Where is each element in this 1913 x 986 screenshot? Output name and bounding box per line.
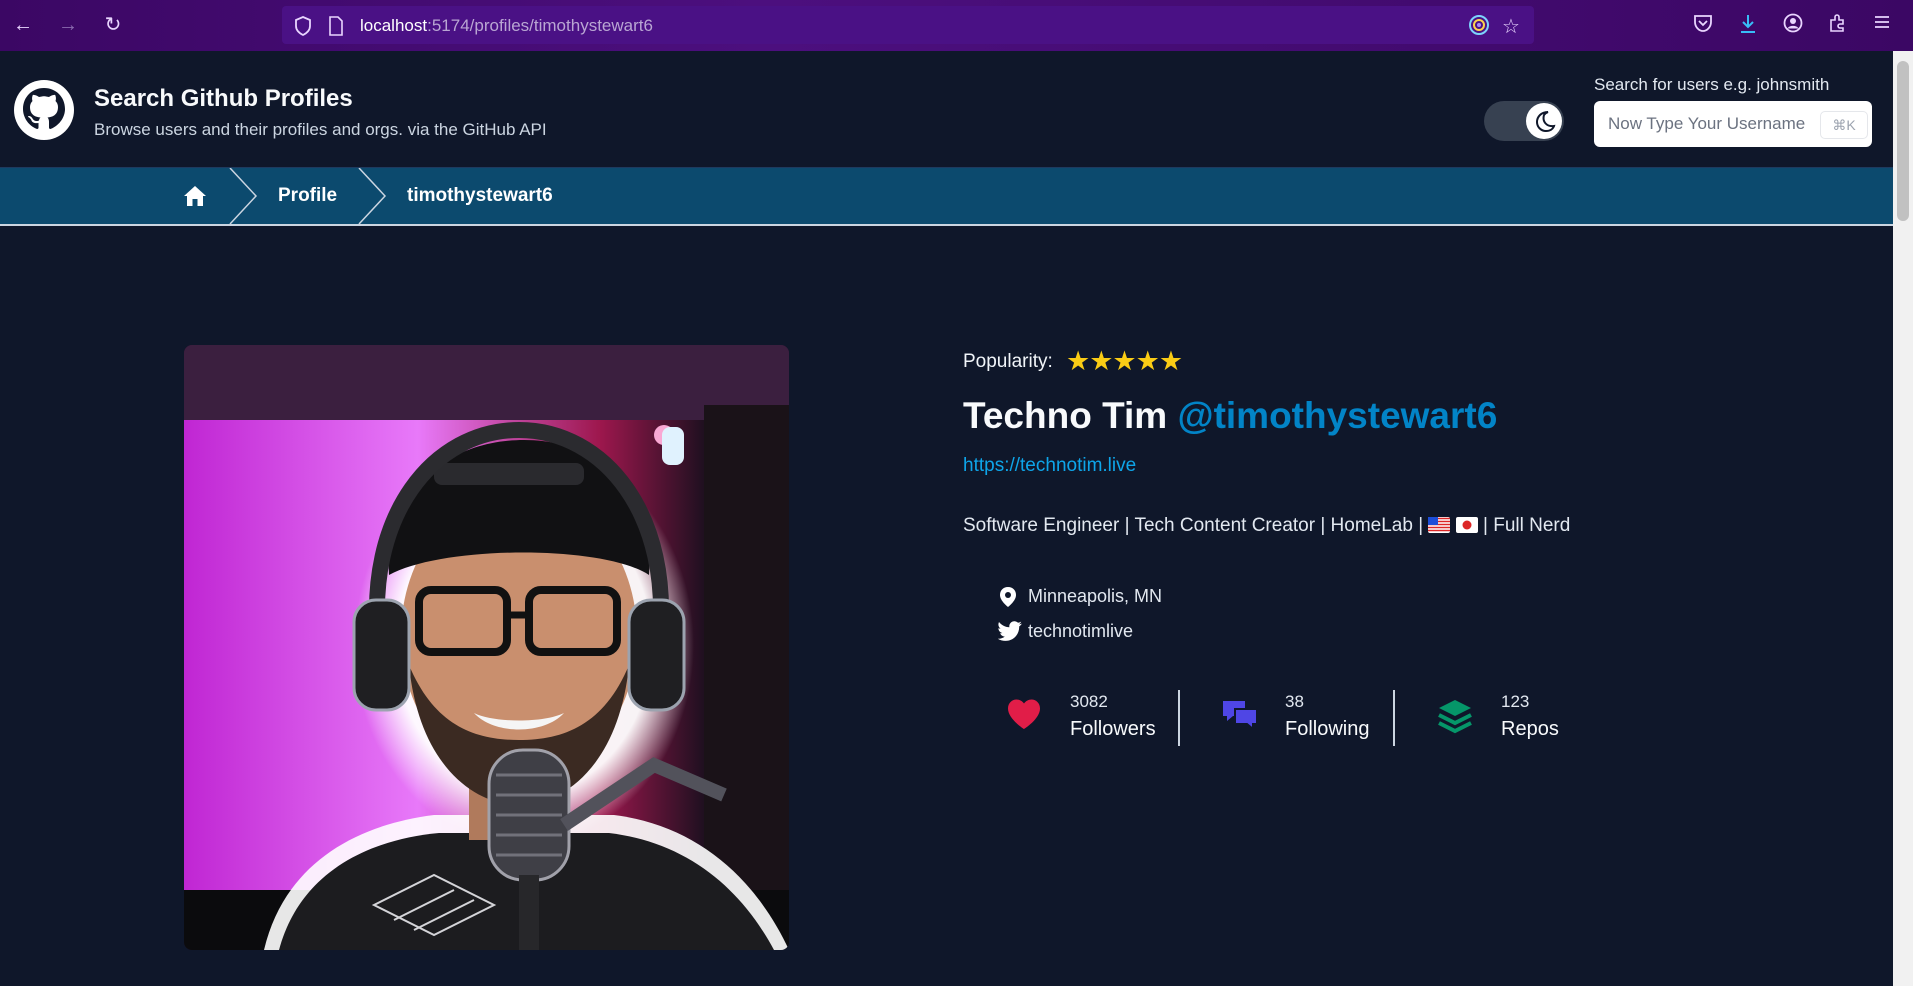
us-flag-icon	[1428, 517, 1451, 533]
url-host: localhost	[360, 16, 428, 35]
chat-bubbles-icon	[1221, 698, 1259, 737]
stat-divider	[1393, 690, 1395, 746]
app-title: Search Github Profiles	[94, 85, 353, 112]
repos-stat: 123 Repos	[1437, 690, 1597, 746]
breadcrumb-profile[interactable]: Profile	[278, 185, 337, 207]
repos-count: 123	[1501, 692, 1530, 711]
search-input[interactable]	[1608, 101, 1818, 147]
address-bar[interactable]: localhost:5174/profiles/timothystewart6 …	[282, 6, 1534, 44]
twitter-icon	[997, 621, 1022, 646]
profile-blog-link[interactable]: https://technotim.live	[963, 455, 1136, 477]
followers-stat: 3082 Followers	[1006, 690, 1166, 746]
japan-flag-icon	[1455, 517, 1478, 533]
breadcrumb: Profile timothystewart6	[0, 167, 1893, 226]
stat-divider	[1178, 690, 1180, 746]
page-icon	[328, 16, 344, 41]
keyboard-shortcut-badge: ⌘K	[1820, 111, 1868, 139]
map-pin-icon	[998, 586, 1018, 613]
github-logo-icon[interactable]	[14, 80, 74, 140]
profile-heading: Techno Tim @timothystewart6	[963, 395, 1497, 437]
bookmark-star-icon[interactable]: ☆	[1502, 14, 1520, 39]
pocket-icon[interactable]	[1693, 13, 1713, 39]
breadcrumb-username: timothystewart6	[407, 185, 553, 206]
back-icon[interactable]: ←	[12, 14, 34, 36]
extension-icon[interactable]	[1468, 14, 1490, 42]
popularity-label: Popularity:	[963, 351, 1053, 372]
moon-icon	[1526, 103, 1562, 139]
location-text: Minneapolis, MN	[1028, 586, 1163, 606]
reload-icon[interactable]: ↻	[102, 14, 124, 36]
repos-label: Repos	[1501, 718, 1559, 740]
search-box[interactable]: ⌘K	[1594, 101, 1872, 147]
theme-toggle[interactable]	[1484, 101, 1564, 141]
extensions-icon[interactable]	[1828, 13, 1848, 39]
breadcrumb-chevron-icon	[358, 168, 387, 224]
shield-icon[interactable]	[294, 16, 312, 41]
browser-toolbar: ← → ↻ localhost:5174/profiles/timothyste…	[0, 0, 1913, 51]
app-subtitle: Browse users and their profiles and orgs…	[94, 120, 547, 139]
heart-icon	[1006, 698, 1042, 735]
home-icon[interactable]	[183, 185, 207, 212]
breadcrumb-chevron-icon	[229, 168, 258, 224]
profile-bio: Software Engineer | Tech Content Creator…	[963, 515, 1570, 537]
forward-icon[interactable]: →	[57, 14, 79, 36]
following-stat: 38 Following	[1221, 690, 1381, 746]
page-scrollbar[interactable]	[1893, 51, 1913, 986]
twitter-text[interactable]: technotimlive	[1028, 621, 1133, 642]
profile-name: Techno Tim	[963, 395, 1168, 436]
profile-login-link[interactable]: @timothystewart6	[1178, 395, 1498, 436]
bio-text-suffix: | Full Nerd	[1483, 515, 1571, 536]
url-text[interactable]: localhost:5174/profiles/timothystewart6	[360, 16, 653, 36]
popularity-stars-icon: ★★★★★	[1066, 346, 1183, 376]
followers-count: 3082	[1070, 692, 1108, 711]
app-header: Search Github Profiles Browse users and …	[0, 51, 1893, 167]
bio-text: Software Engineer | Tech Content Creator…	[963, 515, 1424, 536]
profile-avatar	[184, 345, 789, 950]
followers-label: Followers	[1070, 718, 1156, 740]
menu-icon[interactable]	[1873, 13, 1891, 37]
following-label: Following	[1285, 718, 1370, 740]
following-count: 38	[1285, 692, 1304, 711]
account-icon[interactable]	[1783, 13, 1803, 39]
url-path: :5174/profiles/timothystewart6	[427, 16, 653, 35]
search-label: Search for users e.g. johnsmith	[1594, 75, 1830, 94]
layers-icon	[1437, 698, 1473, 739]
scrollbar-thumb[interactable]	[1897, 61, 1909, 221]
download-icon[interactable]	[1738, 13, 1758, 41]
